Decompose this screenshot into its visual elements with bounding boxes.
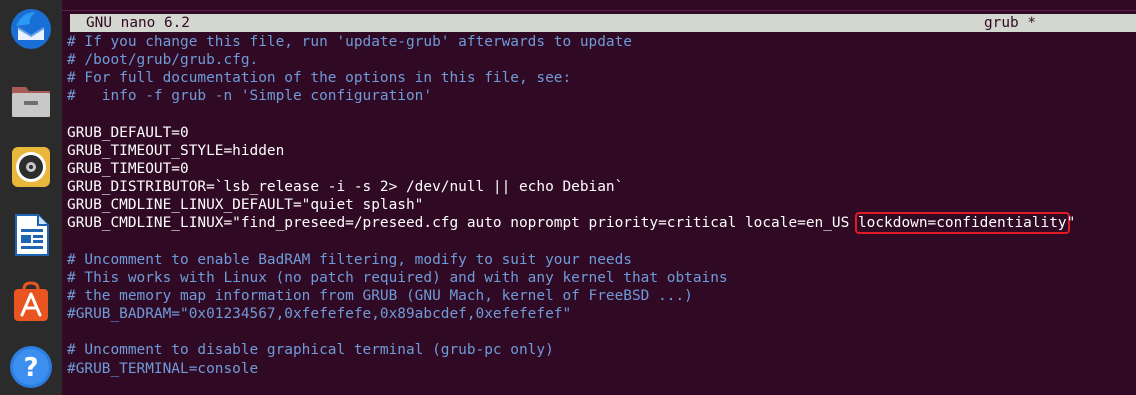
comment-line: # /boot/grub/grub.cfg.: [67, 52, 259, 69]
code-line: GRUB_TIMEOUT=0: [67, 160, 189, 177]
comment-line: # Uncomment to enable BadRAM filtering, …: [67, 251, 632, 268]
rhythmbox-icon[interactable]: [8, 144, 54, 190]
cmdline-closing-quote: ": [1066, 215, 1076, 232]
comment-line: # the memory map information from GRUB (…: [67, 287, 693, 304]
help-icon[interactable]: ?: [8, 344, 54, 390]
nano-title-bar: GNU nano 6.2 grub *: [70, 14, 1136, 32]
cmdline-text: GRUB_CMDLINE_LINUX="find_preseed=/presee…: [67, 215, 858, 232]
code-line: GRUB_TIMEOUT_STYLE=hidden: [67, 142, 285, 159]
nano-version: GNU nano 6.2: [86, 15, 190, 31]
grub-cmdline-linux-line: GRUB_CMDLINE_LINUX="find_preseed=/presee…: [67, 212, 1136, 235]
comment-line: # This works with Linux (no patch requir…: [67, 269, 728, 286]
code-line: GRUB_DISTRIBUTOR=`lsb_release -i -s 2> /…: [67, 179, 624, 196]
editor-buffer[interactable]: # If you change this file, run 'update-g…: [67, 33, 1136, 378]
software-center-icon[interactable]: [8, 279, 54, 325]
comment-line: #GRUB_TERMINAL=console: [67, 360, 259, 377]
thunderbird-icon[interactable]: [8, 6, 54, 52]
file-name: grub *: [984, 15, 1036, 31]
comment-line: # info -f grub -n 'Simple configuration': [67, 88, 433, 105]
libreoffice-writer-icon[interactable]: [8, 212, 54, 258]
comment-line: # If you change this file, run 'update-g…: [67, 34, 632, 50]
code-line: GRUB_CMDLINE_LINUX_DEFAULT="quiet splash…: [67, 197, 424, 214]
code-line: GRUB_DEFAULT=0: [67, 124, 189, 141]
terminal-window[interactable]: GNU nano 6.2 grub * # If you change this…: [62, 0, 1136, 395]
files-icon[interactable]: [8, 77, 54, 123]
highlighted-lockdown-option: lockdown=confidentiality: [854, 212, 1070, 235]
dock: ?: [0, 0, 62, 395]
terminal-top-border: [62, 10, 1136, 11]
comment-line: # Uncomment to disable graphical termina…: [67, 342, 554, 359]
comment-line: # For full documentation of the options …: [67, 70, 572, 87]
comment-line: #GRUB_BADRAM="0x01234567,0xfefefefe,0x89…: [67, 306, 572, 323]
svg-text:?: ?: [23, 353, 38, 383]
